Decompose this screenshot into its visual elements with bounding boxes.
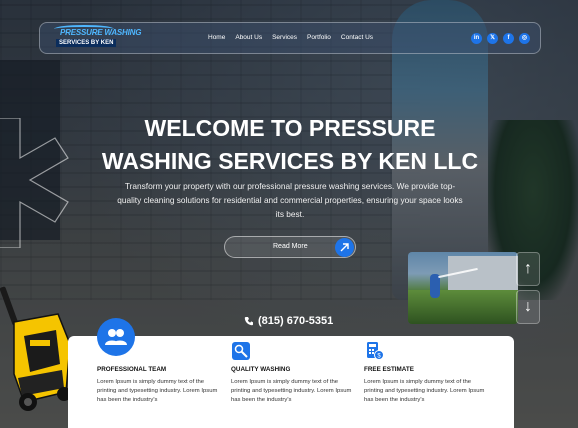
house-image-part xyxy=(448,256,518,292)
arrow-up-right-icon xyxy=(335,238,354,257)
social-links: in 𝕏 f ◎ xyxy=(471,33,530,44)
facebook-icon[interactable]: f xyxy=(503,33,514,44)
slider-preview-image[interactable] xyxy=(408,252,518,324)
read-more-label: Read More xyxy=(273,243,308,250)
phone-contact[interactable]: (815) 670-5351 xyxy=(244,315,333,327)
nav-home[interactable]: Home xyxy=(208,34,225,41)
instagram-icon[interactable]: ◎ xyxy=(519,33,530,44)
hero-title-line2: WASHING SERVICES BY KEN LLC xyxy=(101,148,479,174)
x-twitter-icon[interactable]: 𝕏 xyxy=(487,33,498,44)
feature-text: Lorem Ipsum is simply dummy text of the … xyxy=(97,379,218,403)
nav-services[interactable]: Services xyxy=(272,34,297,41)
hero-description: Transform your property with our profess… xyxy=(117,181,463,219)
nav-portfolio[interactable]: Portfolio xyxy=(307,34,331,41)
hero-title: WELCOME TO PRESSURE WASHING SERVICES BY … xyxy=(60,112,520,178)
feature-text: Lorem Ipsum is simply dummy text of the … xyxy=(231,379,352,403)
feature-title: PROFESSIONAL TEAM xyxy=(97,366,167,373)
read-more-button[interactable]: Read More xyxy=(224,236,356,258)
feature-title: FREE ESTIMATE xyxy=(364,366,414,373)
logo[interactable]: PRESSURE WASHING SERVICES BY KEN xyxy=(54,25,141,50)
hero-title-line1: WELCOME TO PRESSURE xyxy=(144,115,436,141)
nav-contact-us[interactable]: Contact Us xyxy=(341,34,373,41)
phone-icon xyxy=(244,317,253,326)
team-icon xyxy=(97,318,135,356)
logo-text-line1: PRESSURE WASHING xyxy=(60,28,142,37)
feature-text: Lorem Ipsum is simply dummy text of the … xyxy=(364,379,485,403)
slider-down-button[interactable]: ↓ xyxy=(516,290,540,324)
nav-menu: Home About Us Services Portfolio Contact… xyxy=(208,34,373,41)
nav-about-us[interactable]: About Us xyxy=(235,34,262,41)
feature-title: QUALITY WASHING xyxy=(231,366,291,373)
phone-number: (815) 670-5351 xyxy=(258,315,334,327)
washing-quality-icon xyxy=(232,342,250,360)
slider-up-button[interactable]: ↑ xyxy=(516,252,540,286)
navbar: PRESSURE WASHING SERVICES BY KEN Home Ab… xyxy=(39,22,541,54)
grass-image-part xyxy=(408,290,518,324)
logo-text-line2: SERVICES BY KEN xyxy=(56,39,117,47)
estimate-icon: $ xyxy=(367,342,384,360)
linkedin-icon[interactable]: in xyxy=(471,33,482,44)
